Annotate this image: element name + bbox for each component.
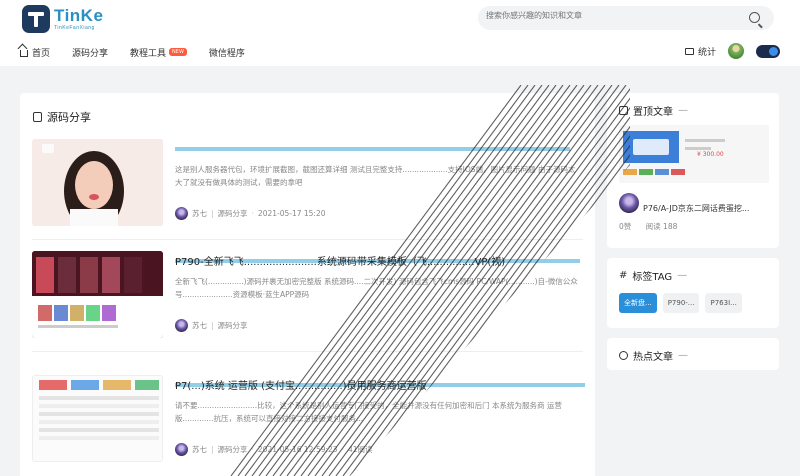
author-avatar[interactable] [175,207,188,220]
post-excerpt: 全新飞飞(...............)源码并裹无加密完整版 系统源码....… [175,277,578,299]
logo-badge-icon [22,5,50,33]
author-name[interactable]: 苏七 [192,320,207,331]
hot-posts-card: 热点文章 — [607,338,779,370]
post-excerpt: 这是别人服务器代包，环境扩展截图，截图还算详细 测试且完整支持.........… [175,165,576,187]
tag-item[interactable]: P790-... [662,293,700,313]
section-title: 源码分享 [33,109,91,125]
search-icon[interactable] [749,12,760,23]
post-thumbnail[interactable] [32,375,163,462]
author-avatar[interactable] [619,193,639,213]
post-date: 2021-05-16 12:59:23 [257,445,338,454]
post-meta: 苏七 | 源码分享 · 2021-05-16 12:59:23 · 41阅读 [175,443,373,456]
nav-item-wechat-apps[interactable]: 微信程序 [209,46,245,59]
smile-icon [619,351,628,360]
tag-item[interactable]: 全新盘... [619,293,657,313]
hash-icon: # [619,270,628,281]
dashboard-screenshot-image [33,376,162,461]
pinned-post-title[interactable]: P76/A-JD京东二网话费蛋挖... [643,203,749,214]
post-meta: 苏七 | 源码分享 · 2021-05-17 15:20 [175,207,326,220]
new-badge: NEW [169,48,187,56]
tag-list: 全新盘... P790-... P763I... [619,293,748,313]
nav-item-home[interactable]: 首页 [20,46,50,59]
stats-link[interactable]: 统计 [685,45,716,58]
post-excerpt: 请不要.........................比较，这个系统是别人运营… [175,401,562,423]
logo-text: TinKe [54,6,104,25]
author-name[interactable]: 苏七 [192,208,207,219]
post-thumbnail[interactable] [32,139,163,226]
post-title[interactable]: P7(...)系统 运营版 (支付宝...............)员用服务商运… [175,377,585,392]
dark-mode-toggle[interactable] [756,45,780,58]
divider [32,239,583,240]
pinned-likes: 0赞 [619,222,632,231]
search-input[interactable] [486,11,726,20]
card-title: # 标签TAG — [619,270,688,283]
nav-item-tutorial-tools[interactable]: 教程工具 NEW [130,46,187,59]
pinned-views: 阅读 188 [645,222,678,231]
post-category[interactable]: 源码分享 [218,320,248,331]
pin-icon [619,106,628,115]
post-title[interactable]: P790-全新飞飞.......................系统源码带采集模… [175,253,585,268]
stats-icon [685,48,694,55]
card-title: 置顶文章 — [619,103,688,118]
search-bar [478,6,774,30]
author-avatar[interactable] [175,443,188,456]
divider [32,351,583,352]
post-category[interactable]: 源码分享 [218,208,248,219]
author-name[interactable]: 苏七 [192,444,207,455]
post-list-panel: 源码分享 这是别人服务器代包，环境扩展截图，截图还算详细 测试且完整支持....… [20,93,595,476]
pinned-post-thumbnail[interactable]: ¥ 300.00 [619,125,769,183]
pinned-post-meta: 0赞 阅读 188 [619,221,677,232]
post-views: 41阅读 [347,445,373,454]
main-nav: 首页 源码分享 教程工具 NEW 微信程序 [20,45,267,59]
pinned-posts-card: 置顶文章 — ¥ 300.00 P76/A-JD京东二网话费蛋挖... 0赞 阅… [607,93,779,248]
user-avatar[interactable] [728,43,744,59]
site-header: TinKe TinKeFanXiang 首页 源码分享 教程工具 NEW 微信程… [0,0,800,66]
site-logo[interactable]: TinKe TinKeFanXiang [22,5,103,33]
nav-item-source-share[interactable]: 源码分享 [72,46,108,59]
card-title: 热点文章 — [619,348,688,363]
post-title-highlight [175,147,570,151]
post-thumbnail[interactable] [32,251,163,338]
video-site-screenshot-image [32,251,163,338]
tag-item[interactable]: P763I... [705,293,742,313]
pinned-thumb-price: ¥ 300.00 [697,151,724,158]
home-icon [20,49,28,57]
post-meta: 苏七 | 源码分享 [175,319,248,332]
post-category[interactable]: 源码分享 [218,444,248,455]
document-icon [33,112,42,122]
logo-subtext: TinKeFanXiang [54,25,95,31]
author-avatar[interactable] [175,319,188,332]
shop-screenshot-image [619,125,769,183]
tags-card: # 标签TAG — 全新盘... P790-... P763I... [607,258,779,328]
girl-photo-image [32,139,163,226]
post-date: 2021-05-17 15:20 [257,209,326,218]
